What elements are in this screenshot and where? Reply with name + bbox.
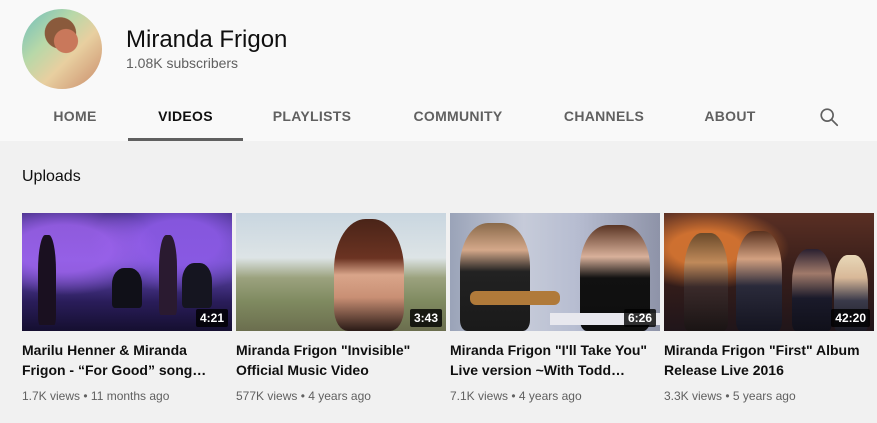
- tab-community[interactable]: COMMUNITY: [402, 92, 514, 141]
- meta-separator: •: [508, 389, 519, 403]
- video-card[interactable]: 4:21 Marilu Henner & Miranda Frigon - “F…: [22, 213, 232, 405]
- video-title[interactable]: Miranda Frigon "First" Album Release Liv…: [664, 340, 874, 380]
- tab-playlists[interactable]: PLAYLISTS: [262, 92, 362, 141]
- video-title[interactable]: Marilu Henner & Miranda Frigon - “For Go…: [22, 340, 232, 380]
- video-card[interactable]: 6:26 Miranda Frigon "I'll Take You" Live…: [450, 213, 660, 405]
- tab-videos[interactable]: VIDEOS: [128, 92, 243, 141]
- channel-header: Miranda Frigon 1.08K subscribers HOME VI…: [0, 0, 877, 141]
- video-meta: 577K views • 4 years ago: [236, 387, 446, 405]
- view-count: 577K views: [236, 389, 298, 403]
- upload-age: 11 months ago: [90, 389, 170, 403]
- search-icon[interactable]: [818, 106, 840, 128]
- video-duration: 4:21: [195, 309, 228, 327]
- tab-about[interactable]: ABOUT: [694, 92, 766, 141]
- section-title: Uploads: [22, 168, 81, 185]
- upload-age: 4 years ago: [518, 389, 582, 403]
- video-thumbnail[interactable]: 6:26: [450, 213, 660, 331]
- video-duration: 42:20: [831, 309, 870, 327]
- view-count: 1.7K views: [22, 389, 81, 403]
- video-duration: 3:43: [409, 309, 442, 327]
- channel-avatar[interactable]: [22, 9, 102, 89]
- view-count: 7.1K views: [450, 389, 509, 403]
- channel-name: Miranda Frigon: [126, 26, 288, 53]
- video-meta: 3.3K views • 5 years ago: [664, 387, 874, 405]
- video-card[interactable]: 42:20 Miranda Frigon "First" Album Relea…: [664, 213, 874, 405]
- video-duration: 6:26: [623, 309, 656, 327]
- video-card[interactable]: 3:43 Miranda Frigon "Invisible" Official…: [236, 213, 446, 405]
- meta-separator: •: [80, 389, 91, 403]
- video-meta: 1.7K views • 11 months ago: [22, 387, 232, 405]
- upload-age: 5 years ago: [732, 389, 796, 403]
- tab-home[interactable]: HOME: [40, 92, 110, 141]
- view-count: 3.3K views: [664, 389, 723, 403]
- video-thumbnail[interactable]: 4:21: [22, 213, 232, 331]
- video-thumbnail[interactable]: 3:43: [236, 213, 446, 331]
- upload-age: 4 years ago: [308, 389, 371, 403]
- meta-separator: •: [722, 389, 733, 403]
- meta-separator: •: [297, 389, 309, 403]
- subscriber-count: 1.08K subscribers: [126, 55, 239, 71]
- tab-channels[interactable]: CHANNELS: [552, 92, 656, 141]
- videos-section: Uploads 4:21 Marilu Henner & Miranda Fri…: [0, 141, 877, 423]
- video-thumbnail[interactable]: 42:20: [664, 213, 874, 331]
- video-meta: 7.1K views • 4 years ago: [450, 387, 660, 405]
- video-title[interactable]: Miranda Frigon "Invisible" Official Musi…: [236, 340, 446, 380]
- video-title[interactable]: Miranda Frigon "I'll Take You" Live vers…: [450, 340, 660, 380]
- channel-tabs: HOME VIDEOS PLAYLISTS COMMUNITY CHANNELS…: [0, 92, 877, 141]
